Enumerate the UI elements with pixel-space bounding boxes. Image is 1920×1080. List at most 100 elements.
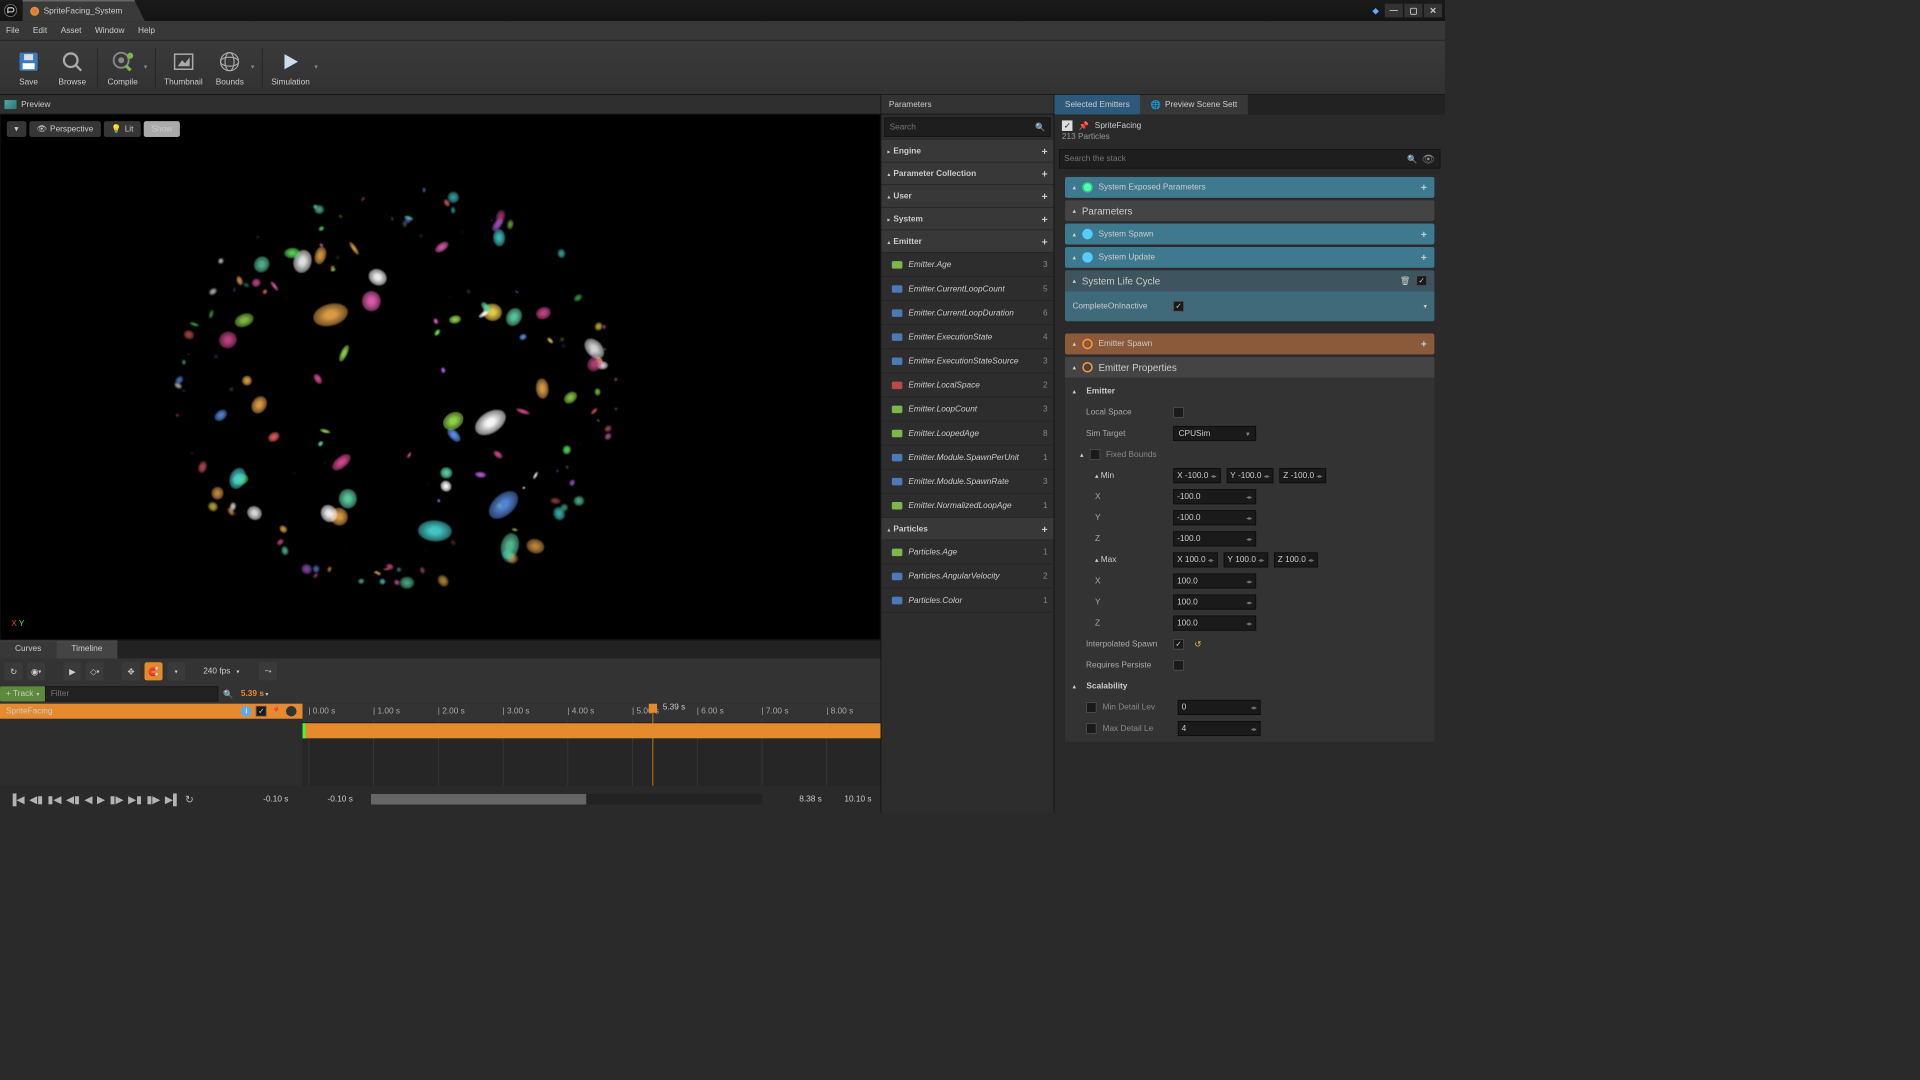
menu-window[interactable]: Window (95, 26, 124, 35)
param-item[interactable]: Particles.AngularVelocity2 (881, 564, 1053, 588)
menu-asset[interactable]: Asset (61, 26, 82, 35)
curves-tab[interactable]: Curves (0, 640, 56, 658)
range-start[interactable]: -0.10 s (263, 795, 288, 804)
go-end-button[interactable]: ▶▌ (165, 793, 181, 806)
compile-button[interactable]: Compile (102, 45, 144, 89)
timeline-ruler[interactable]: | 0.00 s| 1.00 s| 2.00 s| 3.00 s| 4.00 s… (303, 704, 881, 786)
max-y-input[interactable]: Y 100.0◂▸ (1224, 552, 1268, 567)
refresh-icon[interactable]: ↻ (5, 662, 23, 680)
stack-search[interactable]: 🔍👁 (1059, 149, 1441, 169)
document-tab[interactable]: SpriteFacing_System (23, 0, 145, 21)
perspective-button[interactable]: 👁 Perspective (29, 121, 101, 137)
system-spawn-section[interactable]: ▴System Spawn+ (1065, 224, 1435, 245)
track-filter-input[interactable] (45, 686, 218, 701)
track-row[interactable]: SpriteFacing i 📍 (0, 704, 303, 719)
menu-file[interactable]: File (6, 26, 19, 35)
key-icon[interactable]: ◇▾ (86, 662, 104, 680)
max-x-field[interactable]: 100.0◂▸ (1173, 573, 1256, 588)
preview-scene-tab[interactable]: 🌐Preview Scene Sett (1140, 95, 1247, 115)
go-start-button[interactable]: ▐◀ (9, 793, 25, 806)
min-z-input[interactable]: Z -100.0◂▸ (1280, 468, 1327, 483)
param-category[interactable]: ▴Emitter+ (881, 230, 1053, 253)
snap-icon[interactable]: 🧲 (144, 662, 162, 680)
prev-frame-button[interactable]: ◀▮ (66, 793, 80, 806)
add-icon[interactable]: + (1421, 251, 1427, 263)
fps-label[interactable]: 240 fps (203, 667, 230, 676)
param-item[interactable]: Emitter.Module.SpawnPerUnit1 (881, 446, 1053, 470)
solo-icon[interactable] (286, 706, 297, 717)
min-y-field[interactable]: -100.0◂▸ (1173, 510, 1256, 525)
simulation-button[interactable]: Simulation (267, 45, 315, 89)
parameters-search[interactable]: 🔍 (884, 117, 1050, 137)
snap-options-icon[interactable]: ▾ (167, 662, 185, 680)
show-button[interactable]: Show (144, 121, 180, 137)
interp-spawn-checkbox[interactable] (1173, 639, 1184, 650)
play-button[interactable]: ▶ (97, 793, 105, 806)
param-category[interactable]: ▸System+ (881, 208, 1053, 231)
curve-icon[interactable]: ⤳ (259, 662, 277, 680)
lifecycle-checkbox[interactable] (1416, 275, 1427, 286)
min-x-input[interactable]: X -100.0◂▸ (1173, 468, 1220, 483)
eye-icon[interactable]: 👁 (1422, 152, 1435, 165)
param-item[interactable]: Emitter.Age3 (881, 253, 1053, 277)
step-back-button[interactable]: ▮◀ (48, 793, 62, 806)
selected-emitters-tab[interactable]: Selected Emitters (1054, 95, 1140, 115)
system-update-section[interactable]: ▴System Update+ (1065, 247, 1435, 268)
emitter-spawn-section[interactable]: ▴Emitter Spawn+ (1065, 333, 1435, 354)
param-item[interactable]: Emitter.NormalizedLoopAge1 (881, 494, 1053, 518)
max-detail-checkbox[interactable] (1086, 723, 1097, 734)
system-exposed-section[interactable]: ▴System Exposed Parameters+ (1065, 177, 1435, 198)
min-x-field[interactable]: -100.0◂▸ (1173, 489, 1256, 504)
clip-start-marker[interactable] (303, 723, 306, 738)
min-z-field[interactable]: -100.0◂▸ (1173, 531, 1256, 546)
param-category[interactable]: ▸Engine+ (881, 140, 1053, 163)
pin-icon[interactable]: 📍 (271, 706, 281, 716)
parameters-section[interactable]: ▴Parameters (1065, 200, 1435, 221)
param-item[interactable]: Emitter.ExecutionState4 (881, 325, 1053, 349)
loop-button[interactable]: ↻ (185, 793, 194, 806)
min-detail-checkbox[interactable] (1086, 702, 1097, 713)
param-item[interactable]: Emitter.ExecutionStateSource3 (881, 349, 1053, 373)
param-item[interactable]: Particles.Color1 (881, 589, 1053, 613)
sim-target-dropdown[interactable]: CPUSim (1173, 426, 1256, 441)
add-icon[interactable]: + (1041, 167, 1047, 179)
play-icon[interactable]: ▶ (63, 662, 81, 680)
system-enable-checkbox[interactable]: ✓ (1062, 120, 1073, 131)
max-z-input[interactable]: Z 100.0◂▸ (1274, 552, 1318, 567)
add-icon[interactable]: + (1041, 190, 1047, 202)
parameters-search-input[interactable] (890, 123, 1035, 132)
add-icon[interactable]: + (1041, 145, 1047, 157)
max-z-field[interactable]: 100.0◂▸ (1173, 616, 1256, 631)
complete-inactive-checkbox[interactable] (1173, 301, 1184, 312)
add-icon[interactable]: + (1041, 235, 1047, 247)
next-frame-button[interactable]: ▮▶ (110, 793, 124, 806)
param-category[interactable]: ▴User+ (881, 185, 1053, 208)
search-icon[interactable]: 🔍 (223, 689, 233, 699)
save-button[interactable]: Save (8, 45, 50, 89)
param-item[interactable]: Emitter.LoopCount3 (881, 397, 1053, 421)
param-item[interactable]: Emitter.CurrentLoopCount5 (881, 277, 1053, 301)
step-fwd-button[interactable]: ▶▮ (128, 793, 142, 806)
menu-help[interactable]: Help (138, 26, 155, 35)
track-enable-checkbox[interactable] (256, 706, 267, 717)
range-end2[interactable]: 10.10 s (844, 795, 871, 804)
dropdown-icon[interactable]: ▾ (251, 63, 259, 71)
delete-icon[interactable]: 🗑 (1400, 276, 1411, 286)
add-icon[interactable]: + (1421, 181, 1427, 193)
add-icon[interactable]: + (1041, 523, 1047, 535)
min-detail-input[interactable]: 0◂▸ (1178, 700, 1261, 715)
playhead[interactable]: 5.39 s (652, 704, 653, 786)
stack-search-input[interactable] (1064, 154, 1407, 163)
system-lifecycle-section[interactable]: ▴System Life Cycle🗑 (1065, 270, 1435, 291)
eye-icon[interactable]: ◉▾ (27, 662, 45, 680)
max-y-field[interactable]: 100.0◂▸ (1173, 595, 1256, 610)
max-detail-input[interactable]: 4◂▸ (1178, 721, 1261, 736)
marketplace-icon[interactable]: ◆ (1372, 6, 1378, 16)
add-icon[interactable]: + (1041, 213, 1047, 225)
minimize-button[interactable]: — (1385, 4, 1403, 18)
param-item[interactable]: Particles.Age1 (881, 540, 1053, 564)
menu-edit[interactable]: Edit (33, 26, 47, 35)
local-space-checkbox[interactable] (1173, 407, 1184, 418)
info-icon[interactable]: i (241, 706, 252, 717)
timeline-clip[interactable] (303, 723, 881, 738)
